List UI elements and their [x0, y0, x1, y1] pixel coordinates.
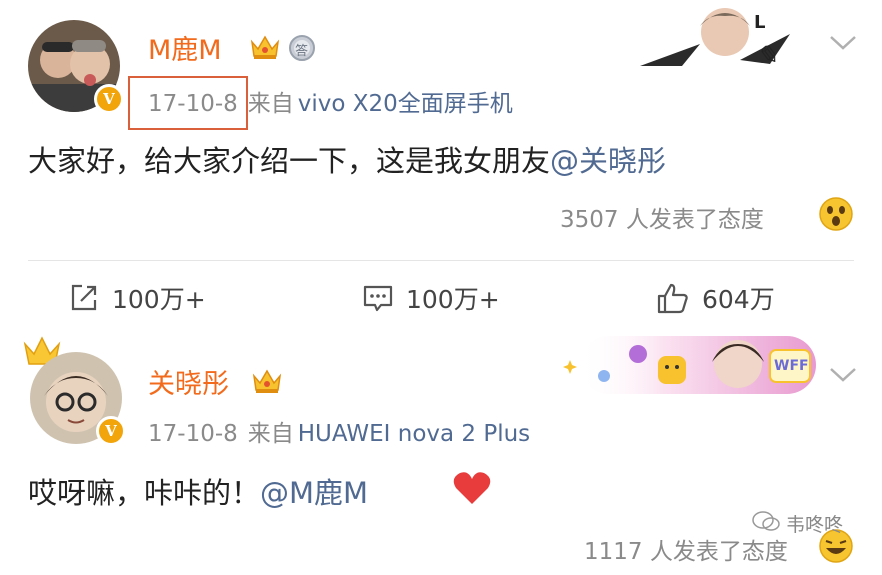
banner-text: WFF [774, 358, 809, 374]
reactions-count: 1117 人发表了态度 [584, 539, 788, 565]
via-label: 来自 [247, 91, 294, 117]
device-link[interactable]: HUAWEI nova 2 Plus [298, 421, 530, 447]
verified-icon: V [96, 416, 126, 446]
avatar[interactable]: V [28, 20, 124, 114]
verified-icon: V [94, 84, 124, 114]
avatar[interactable]: V [30, 352, 126, 446]
username[interactable]: 关晓彤 [148, 362, 229, 401]
post-meta: 17-10-8 来自 HUAWEI nova 2 Plus [148, 414, 530, 448]
like-count: 604万 [702, 285, 775, 314]
reactions-summary[interactable]: 1117 人发表了态度 [584, 532, 788, 566]
mention-link[interactable]: @关晓彤 [550, 144, 666, 178]
watermark-text: 韦咚咚 [786, 514, 844, 536]
svg-text:✎: ✎ [756, 41, 778, 71]
heart-icon [453, 472, 491, 504]
reactions-count: 3507 人发表了态度 [560, 207, 764, 233]
chevron-down-icon[interactable] [828, 364, 858, 384]
repost-button[interactable]: 100万+ [68, 280, 206, 316]
repost-count: 100万+ [112, 285, 206, 314]
repost-icon [71, 284, 97, 311]
post-date: 17-10-8 [148, 421, 238, 447]
wechat-icon [752, 511, 780, 531]
post-body: 哎呀嘛，咔咔的！ [28, 476, 261, 510]
weibo-post-luhan: V M鹿M 答 17-10-8 来自 vivo X20全面屏手机 ✎ L 大家好，给… [0, 0, 882, 320]
post-body: 大家好，给大家介绍一下，这是我女朋友 [28, 144, 551, 178]
comment-button[interactable]: 100万+ [362, 280, 500, 316]
svg-text:L: L [754, 12, 765, 33]
weibo-post-guanxiaotong: V 关晓彤 17-10-8 来自 HUAWEI nova 2 Plus WFF … [0, 320, 882, 575]
decorative-banner: ✎ L [640, 8, 790, 71]
like-button[interactable]: 604万 [656, 280, 775, 316]
medal-label: 答 [295, 44, 309, 59]
crown-icon [250, 35, 280, 59]
comment-icon [363, 285, 393, 312]
username[interactable]: M鹿M [148, 28, 222, 67]
date-highlight-box [128, 76, 248, 130]
decorative-banner: WFF [560, 332, 818, 398]
via-label: 来自 [247, 421, 294, 447]
thumbs-up-icon [657, 283, 688, 314]
surprised-emoji-icon [819, 197, 853, 231]
crown-icon [252, 369, 282, 393]
post-text: 大家好，给大家介绍一下，这是我女朋友@关晓彤 [28, 138, 666, 180]
post-text: 哎呀嘛，咔咔的！@M鹿M [28, 470, 368, 512]
reactions-summary[interactable]: 3507 人发表了态度 [560, 200, 764, 234]
chevron-down-icon[interactable] [828, 32, 858, 52]
mention-link[interactable]: @M鹿M [260, 476, 368, 510]
comment-count: 100万+ [406, 285, 500, 314]
device-link[interactable]: vivo X20全面屏手机 [298, 91, 513, 117]
divider [28, 260, 854, 261]
